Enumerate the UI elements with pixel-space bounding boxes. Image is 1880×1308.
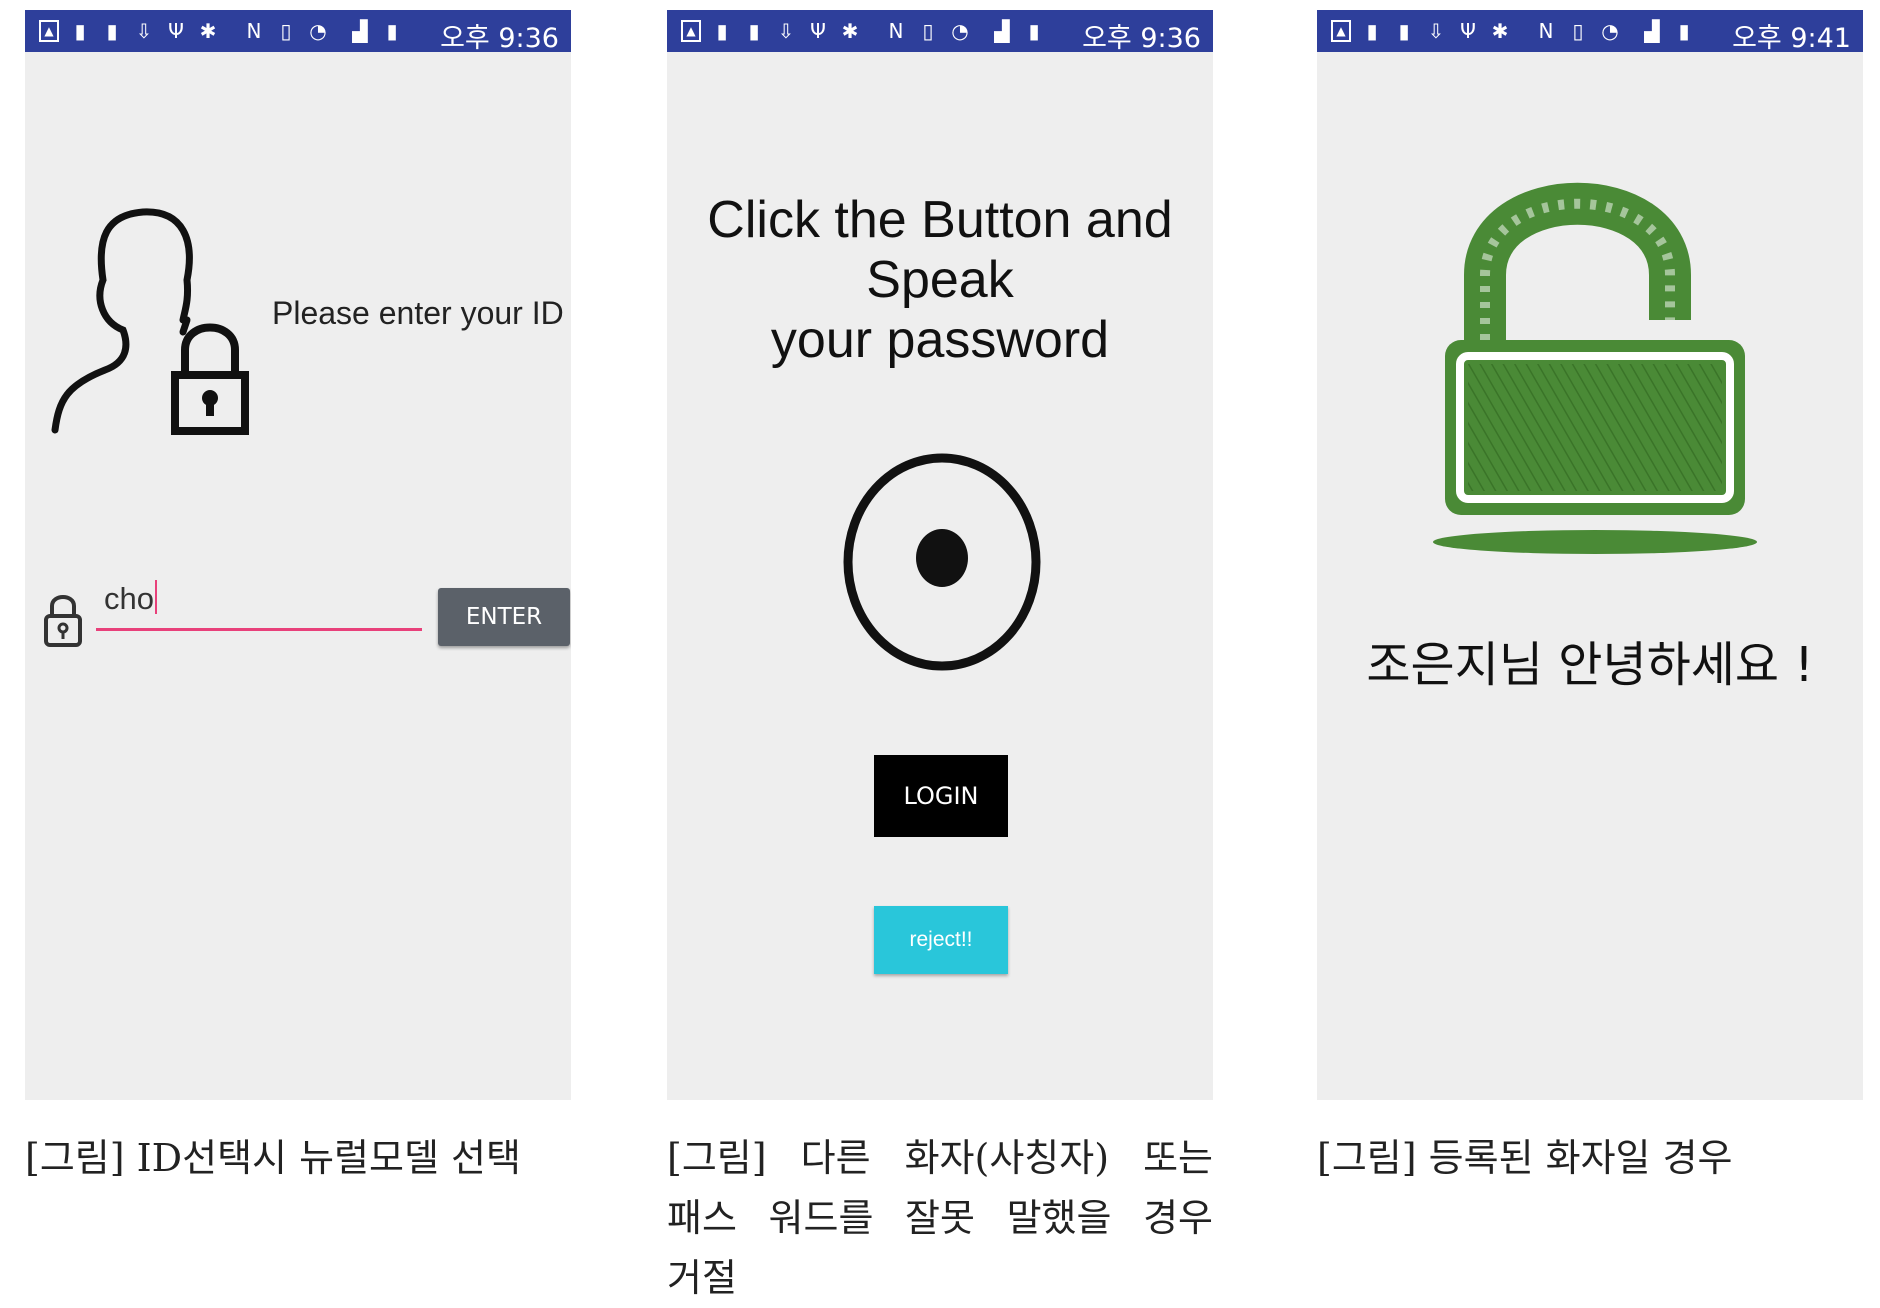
battery-saver-icon: ▮: [1366, 19, 1378, 43]
vibrate-icon: ▯: [922, 19, 934, 43]
caption-screen-3: [그림] 등록된 화자일 경우: [1317, 1136, 1733, 1180]
wifi-icon: ◔: [309, 19, 327, 43]
id-input[interactable]: cho: [96, 580, 422, 631]
bug-icon: ✱: [199, 19, 217, 43]
nfc-icon: N: [246, 19, 262, 43]
signal-icon: ▟: [352, 19, 368, 43]
caption-screen-2-line-1: [그림] 다른 화자(사칭자) 또는: [667, 1136, 1213, 1180]
status-time: 오후 9:41: [1732, 23, 1851, 54]
download-icon: ⇩: [135, 19, 153, 43]
image-icon: ▲: [39, 20, 59, 42]
signal-icon: ▟: [994, 19, 1010, 43]
status-bar: ▲ ▮ ▮ ⇩ Ψ ✱ N ▯ ◔ ▟ ▮ 오후 9:36: [25, 10, 571, 54]
record-icon[interactable]: [842, 450, 1042, 680]
image-icon: ▲: [1331, 20, 1351, 42]
battery-saver-icon: ▮: [74, 19, 86, 43]
id-prompt: Please enter your ID: [272, 295, 564, 331]
phone-screen-welcome: ▲ ▮ ▮ ⇩ Ψ ✱ N ▯ ◔ ▟ ▮ 오후 9:41 조은지님 안녕하세요…: [1317, 10, 1863, 1100]
id-input-value: cho: [104, 580, 157, 617]
nfc-icon: N: [888, 19, 904, 43]
status-time: 오후 9:36: [440, 23, 559, 54]
usb-icon: Ψ: [810, 19, 826, 43]
download-icon: ⇩: [1427, 19, 1445, 43]
battery-icon: ▮: [1028, 19, 1040, 43]
instruction-title: Click the Button and Speak your password: [667, 190, 1213, 370]
nfc-icon: N: [1538, 19, 1554, 43]
bug-icon: ✱: [841, 19, 859, 43]
enter-button[interactable]: ENTER: [438, 588, 570, 646]
status-bar: ▲ ▮ ▮ ⇩ Ψ ✱ N ▯ ◔ ▟ ▮ 오후 9:41: [1317, 10, 1863, 54]
phone-screen-id-entry: ▲ ▮ ▮ ⇩ Ψ ✱ N ▯ ◔ ▟ ▮ 오후 9:36 Please ent…: [25, 10, 571, 1100]
vibrate-icon: ▯: [280, 19, 292, 43]
status-time: 오후 9:36: [1082, 23, 1201, 54]
status-bar: ▲ ▮ ▮ ⇩ Ψ ✱ N ▯ ◔ ▟ ▮ 오후 9:36: [667, 10, 1213, 54]
caption-screen-1: [그림] ID선택시 뉴럴모델 선택: [25, 1136, 521, 1180]
login-button[interactable]: LOGIN: [874, 755, 1008, 837]
battery-icon: ▮: [1678, 19, 1690, 43]
wifi-icon: ◔: [951, 19, 969, 43]
image-icon: ▲: [681, 20, 701, 42]
sd-card-icon: ▮: [748, 19, 760, 43]
wifi-icon: ◔: [1601, 19, 1619, 43]
user-lock-icon: [51, 208, 249, 435]
id-input-text: cho: [104, 581, 154, 616]
caption-screen-2-line-3: 거절: [667, 1256, 737, 1300]
usb-icon: Ψ: [1460, 19, 1476, 43]
sd-card-icon: ▮: [106, 19, 118, 43]
phone-screen-voice-login: ▲ ▮ ▮ ⇩ Ψ ✱ N ▯ ◔ ▟ ▮ 오후 9:36 Click the …: [667, 10, 1213, 1100]
status-icons: ▲ ▮ ▮ ⇩ Ψ ✱ N ▯ ◔ ▟ ▮: [1331, 19, 1695, 43]
reject-button[interactable]: reject!!: [874, 906, 1008, 974]
status-icons: ▲ ▮ ▮ ⇩ Ψ ✱ N ▯ ◔ ▟ ▮: [681, 19, 1045, 43]
bug-icon: ✱: [1491, 19, 1509, 43]
text-caret: [154, 580, 157, 614]
unlocked-padlock-icon: [1433, 182, 1757, 554]
instruction-line-2: your password: [770, 311, 1110, 369]
signal-icon: ▟: [1644, 19, 1660, 43]
battery-saver-icon: ▮: [716, 19, 728, 43]
usb-icon: Ψ: [168, 19, 184, 43]
battery-icon: ▮: [386, 19, 398, 43]
sd-card-icon: ▮: [1398, 19, 1410, 43]
padlock-icon: [44, 595, 82, 647]
caption-screen-2-line-2: 패스 워드를 잘못 말했을 경우: [667, 1196, 1213, 1240]
instruction-line-1: Click the Button and Speak: [707, 191, 1173, 309]
welcome-greeting: 조은지님 안녕하세요 !: [1366, 637, 1814, 693]
download-icon: ⇩: [777, 19, 795, 43]
status-icons: ▲ ▮ ▮ ⇩ Ψ ✱ N ▯ ◔ ▟ ▮: [39, 19, 403, 43]
caption-screen-2: [그림] 다른 화자(사칭자) 또는 패스 워드를 잘못 말했을 경우 거절: [667, 1128, 1213, 1308]
vibrate-icon: ▯: [1572, 19, 1584, 43]
